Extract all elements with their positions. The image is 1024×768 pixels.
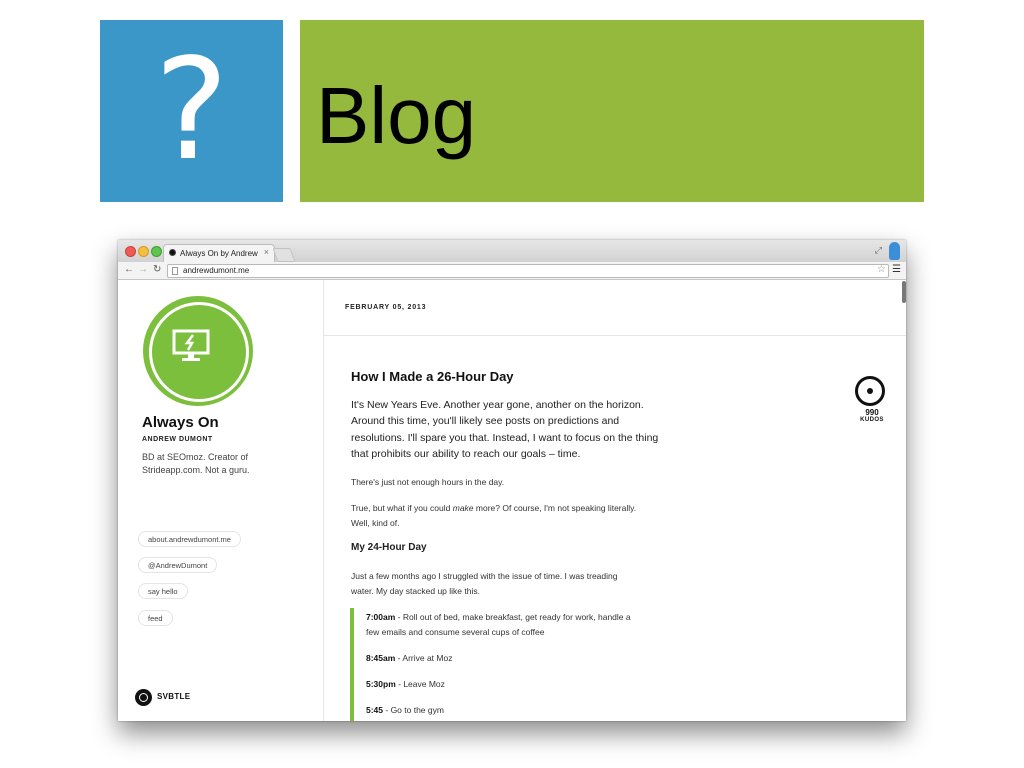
url-text[interactable]: andrewdumont.me <box>183 265 249 277</box>
page-icon <box>172 267 178 275</box>
post-paragraph: True, but what if you could make more? O… <box>351 501 641 530</box>
schedule-time: 5:45 <box>366 705 384 715</box>
author-name: ANDREW DUMONT <box>142 436 213 443</box>
post-area: FEBRUARY 05, 2013 990 KUDOS How I Made a… <box>324 280 906 721</box>
profile-icon[interactable] <box>889 242 900 260</box>
fullscreen-icon[interactable]: ⤢ <box>875 245 882 256</box>
slide-title: Blog <box>316 71 477 160</box>
svbtle-label: SVBTLE <box>157 692 191 701</box>
browser-tab[interactable]: Always On by Andrew Dum × <box>163 244 275 263</box>
tab-bar: Always On by Andrew Dum × ⤢ <box>118 240 906 263</box>
post-paragraph: Just a few months ago I struggled with t… <box>351 571 618 596</box>
about-link[interactable]: about.andrewdumont.me <box>138 531 241 547</box>
schedule-time: 8:45am <box>366 653 396 663</box>
schedule-text: - Roll out of bed, make breakfast, get r… <box>366 612 631 637</box>
schedule-entry: 5:30pm - Leave Moz <box>366 677 636 692</box>
browser-toolbar: ← → ↻ andrewdumont.me ☆ ☰ <box>118 262 906 280</box>
emphasis-text: make <box>452 503 474 513</box>
kudos-count: 990 <box>865 408 879 417</box>
address-bar[interactable]: andrewdumont.me ☆ <box>167 264 889 278</box>
title-box: Blog <box>300 20 924 202</box>
blog-sidebar: Always On ANDREW DUMONT BD at SEOmoz. Cr… <box>118 280 324 721</box>
schedule-blockquote: 7:00am - Roll out of bed, make breakfast… <box>350 608 654 721</box>
author-bio: BD at SEOmoz. Creator of Strideapp.com. … <box>142 452 250 475</box>
post-subheading: My 24-Hour Day <box>351 542 427 553</box>
post-date: FEBRUARY 05, 2013 <box>345 304 427 311</box>
scrollbar[interactable] <box>902 281 906 303</box>
kudos-label: KUDOS <box>860 417 884 423</box>
say-hello-link[interactable]: say hello <box>138 583 188 599</box>
schedule-text: - Leave Moz <box>395 679 445 689</box>
bookmark-star-icon[interactable]: ☆ <box>877 264 886 276</box>
divider <box>324 335 906 336</box>
schedule-text: - Go to the gym <box>383 705 444 715</box>
blog-logo[interactable] <box>143 296 253 406</box>
schedule-time: 5:30pm <box>366 679 396 689</box>
tab-close-icon[interactable]: × <box>264 247 269 257</box>
favicon-icon <box>169 249 176 256</box>
browser-window: Always On by Andrew Dum × ⤢ ← → ↻ andrew… <box>118 240 906 721</box>
svbtle-logo-icon <box>135 689 152 706</box>
menu-icon[interactable]: ☰ <box>892 263 901 277</box>
tab-title: Always On by Andrew Dum <box>180 249 260 258</box>
feed-link[interactable]: feed <box>138 610 173 626</box>
post-lead-paragraph: It's New Years Eve. Another year gone, a… <box>351 399 659 460</box>
forward-icon[interactable]: → <box>138 263 148 277</box>
schedule-entry: 5:45 - Go to the gym <box>366 703 636 718</box>
post-paragraph: There's just not enough hours in the day… <box>351 477 505 487</box>
schedule-text: - Arrive at Moz <box>395 653 453 663</box>
zoom-window-button[interactable] <box>151 246 162 257</box>
new-tab-button[interactable] <box>272 248 296 262</box>
page-viewport: Always On ANDREW DUMONT BD at SEOmoz. Cr… <box>118 280 906 721</box>
post-title: How I Made a 26-Hour Day <box>351 369 514 384</box>
twitter-link[interactable]: @AndrewDumont <box>138 557 218 573</box>
question-mark-glyph: ? <box>154 29 229 192</box>
question-mark-box: ? <box>100 20 283 202</box>
monitor-lightning-icon <box>172 329 210 361</box>
blog-name[interactable]: Always On <box>142 414 219 431</box>
schedule-entry: 7:00am - Roll out of bed, make breakfast… <box>366 610 636 639</box>
paragraph-text: True, but what if you could <box>351 503 453 513</box>
back-icon[interactable]: ← <box>124 263 134 277</box>
reload-icon[interactable]: ↻ <box>153 263 161 277</box>
close-window-button[interactable] <box>125 246 136 257</box>
schedule-time: 7:00am <box>366 612 396 622</box>
kudos-button-icon[interactable] <box>855 376 885 406</box>
minimize-window-button[interactable] <box>138 246 149 257</box>
schedule-entry: 8:45am - Arrive at Moz <box>366 651 636 666</box>
